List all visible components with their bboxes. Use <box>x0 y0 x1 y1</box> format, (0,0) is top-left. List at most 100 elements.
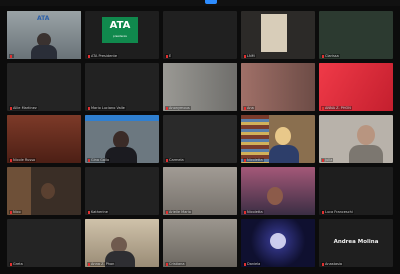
participant-name: Katherine <box>87 210 109 214</box>
participant-tile[interactable]: Nico <box>7 167 81 215</box>
wall-background <box>163 219 237 267</box>
mic-muted-icon <box>10 54 12 58</box>
participant-tile[interactable]: ANNA Z. PHON <box>319 63 393 111</box>
participant-tile[interactable]: ATA <box>7 11 81 59</box>
avatar-icon <box>270 233 286 249</box>
participant-name: E <box>165 54 173 58</box>
participant-name: ANNA Z. PHON <box>321 106 352 110</box>
participant-name: Mario Luciano Valle <box>87 106 126 110</box>
participant-name: Anna Z. Phon <box>87 262 116 266</box>
mic-muted-icon <box>10 106 12 110</box>
mic-muted-icon <box>88 158 90 162</box>
participant-name: ATA Presidente <box>87 54 118 58</box>
participant-grid: ATA ATA presidenza ATA Presidente E LNM … <box>7 11 393 267</box>
mic-muted-icon <box>166 54 168 58</box>
view-toggle-pill[interactable] <box>205 0 217 4</box>
participant-name: Nicoletta <box>243 210 264 214</box>
participant-tile[interactable]: Gina Gallo <box>85 115 159 163</box>
mic-muted-icon <box>322 210 324 214</box>
participant-tile[interactable]: Cristiana <box>163 219 237 267</box>
mic-muted-icon <box>166 158 168 162</box>
person-body-icon <box>349 145 383 163</box>
person-head-icon <box>275 127 291 145</box>
participant-name: Julia <box>321 158 334 162</box>
logo-text: ATA <box>109 20 131 31</box>
red-background <box>319 63 393 111</box>
participant-tile[interactable]: Anonymous <box>163 63 237 111</box>
participant-tile[interactable]: Nicole Russo <box>7 115 81 163</box>
mic-muted-icon <box>88 210 90 214</box>
logo-subtext: presidenza <box>113 35 127 38</box>
participant-tile[interactable]: Anna Z. Phon <box>85 219 159 267</box>
participant-name <box>9 54 14 58</box>
wall-logo: ATA <box>37 15 50 22</box>
mic-muted-icon <box>166 106 168 110</box>
participant-tile[interactable]: Andrea Molina Anastasia <box>319 219 393 267</box>
participant-tile[interactable]: Clarissa <box>319 11 393 59</box>
participant-tile[interactable]: Greta <box>7 219 81 267</box>
blue-banner <box>85 115 159 121</box>
participant-name: Luca Franceschi <box>321 210 354 214</box>
participant-tile[interactable]: Daniela <box>241 219 315 267</box>
participant-name: Daniela <box>243 262 262 266</box>
person-head-icon <box>267 187 283 205</box>
participant-name: Anastasia <box>321 262 344 266</box>
mic-muted-icon <box>322 54 324 58</box>
participant-name: Nicoletta <box>243 158 264 162</box>
participant-tile[interactable]: E <box>163 11 237 59</box>
mic-muted-icon <box>244 210 246 214</box>
participant-name: Nicole Russo <box>9 158 37 162</box>
participant-display-name: Andrea Molina <box>333 239 379 245</box>
participant-name: Greta <box>9 262 24 266</box>
mic-muted-icon <box>166 262 168 266</box>
person-head-icon <box>41 183 55 199</box>
participant-tile[interactable]: Allie Martinez <box>7 63 81 111</box>
warm-background <box>7 115 81 163</box>
mic-muted-icon <box>10 262 12 266</box>
participant-name: Clarissa <box>321 54 340 58</box>
participant-tile[interactable]: LNM <box>241 11 315 59</box>
participant-tile[interactable]: Katherine <box>85 167 159 215</box>
mic-muted-icon <box>244 158 246 162</box>
participant-tile[interactable]: ATA presidenza ATA Presidente <box>85 11 159 59</box>
participant-tile[interactable]: Julia <box>319 115 393 163</box>
participant-name: Carmela <box>165 158 185 162</box>
bookshelf-background <box>241 115 269 163</box>
zoom-gallery-window: ATA ATA presidenza ATA Presidente E LNM … <box>0 0 400 274</box>
mic-muted-icon <box>322 106 324 110</box>
participant-tile[interactable]: Nicoletta <box>241 167 315 215</box>
participant-tile[interactable]: Ana <box>241 63 315 111</box>
mic-muted-icon <box>244 54 246 58</box>
participant-name: Allie Martinez <box>9 106 38 110</box>
room-background <box>241 63 315 111</box>
participant-tile[interactable]: Mario Luciano Valle <box>85 63 159 111</box>
top-bar <box>0 0 400 6</box>
shelf-background <box>7 167 31 215</box>
participant-tile[interactable]: Arielle Mario <box>163 167 237 215</box>
door-shape <box>261 14 287 52</box>
mic-muted-icon <box>166 210 168 214</box>
participant-name: Arielle Mario <box>165 210 192 214</box>
person-head-icon <box>357 125 375 145</box>
participant-tile[interactable]: Luca Franceschi <box>319 167 393 215</box>
participant-name: Gina Gallo <box>87 158 111 162</box>
mic-muted-icon <box>88 54 90 58</box>
mic-muted-icon <box>322 158 324 162</box>
participant-name: Cristiana <box>165 262 186 266</box>
mic-muted-icon <box>88 262 90 266</box>
participant-name: Nico <box>9 210 22 214</box>
mic-muted-icon <box>244 262 246 266</box>
person-body-icon <box>269 145 299 163</box>
mic-muted-icon <box>10 158 12 162</box>
participant-name: Anonymous <box>165 106 191 110</box>
mic-muted-icon <box>10 210 12 214</box>
mic-muted-icon <box>322 262 324 266</box>
mic-muted-icon <box>88 106 90 110</box>
person-body-icon <box>31 45 57 59</box>
participant-name: Ana <box>243 106 255 110</box>
wall-background <box>163 63 237 111</box>
ata-logo-icon: ATA presidenza <box>102 17 138 43</box>
participant-tile[interactable]: Nicoletta <box>241 115 315 163</box>
participant-tile[interactable]: Carmela <box>163 115 237 163</box>
mic-muted-icon <box>244 106 246 110</box>
